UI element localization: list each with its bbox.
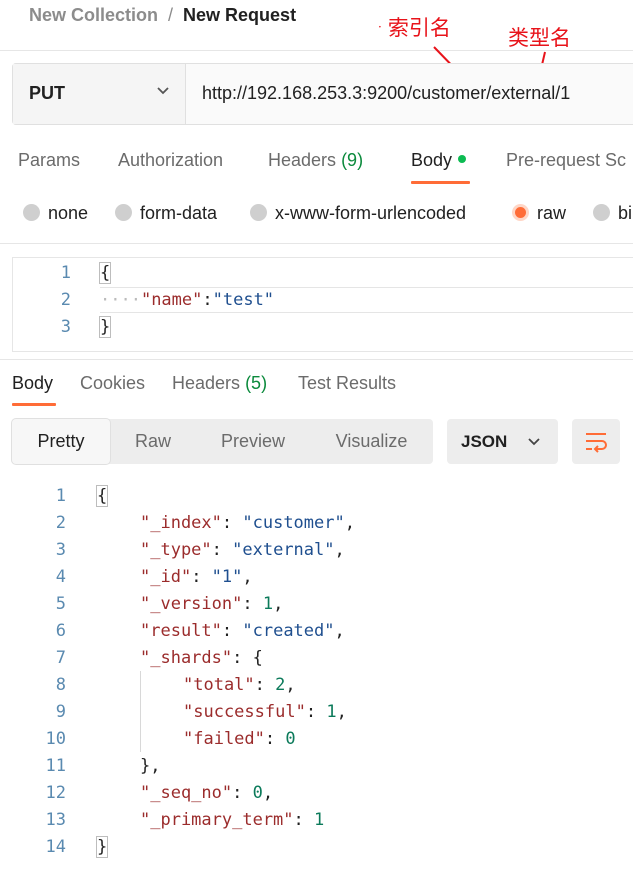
line-number: 8 (55, 675, 66, 695)
code-key: "_version" (140, 594, 243, 614)
line-number: 2 (55, 513, 66, 533)
code-key: "_type" (140, 540, 212, 560)
url-input[interactable]: http://192.168.253.3:9200/customer/exter… (202, 83, 570, 104)
response-tab-test-results[interactable]: Test Results (298, 373, 396, 394)
method-label: PUT (29, 83, 65, 103)
wrap-lines-button[interactable] (572, 419, 620, 464)
code-value: "test" (212, 290, 275, 310)
line-number: 3 (60, 317, 71, 337)
line-number: 6 (55, 621, 66, 641)
line-number: 5 (55, 594, 66, 614)
line-number: 14 (45, 837, 66, 857)
code-key: "result" (140, 621, 222, 641)
response-body[interactable]: 1 2 3 4 5 6 7 8 9 10 11 12 13 14 { "_ind… (0, 476, 633, 858)
line-number: 2 (60, 290, 71, 310)
tab-body[interactable]: Body (411, 150, 467, 171)
line-number: 13 (45, 810, 66, 830)
code-brace: { (98, 262, 112, 284)
code-key: "successful" (183, 702, 306, 722)
code-value: 1 (326, 702, 337, 722)
chevron-down-icon (157, 87, 169, 95)
wrap-lines-icon (586, 433, 607, 453)
radio-circle (593, 204, 610, 221)
line-number: 10 (45, 729, 66, 749)
line-number: 1 (55, 486, 66, 506)
code-value: "created" (242, 621, 335, 641)
code-key: "_id" (140, 567, 192, 587)
code-value: 0 (285, 729, 296, 749)
tab-headers[interactable]: Headers (9) (268, 150, 363, 171)
whitespace-marker: ···· (100, 290, 141, 310)
code-value: "1" (211, 567, 243, 587)
radio-circle (115, 204, 132, 221)
response-tab-body[interactable]: Body (12, 373, 53, 394)
radio-circle-selected (512, 204, 529, 221)
tab-params[interactable]: Params (18, 150, 80, 171)
method-select[interactable]: PUT (13, 64, 186, 124)
format-select-value: JSON (461, 432, 508, 451)
view-mode-segmented-control: Pretty Raw Preview Visualize (12, 419, 433, 464)
request-body-editor[interactable]: 1 2 3 { ····"name":"test" } (12, 257, 633, 352)
view-preview[interactable]: Preview (196, 419, 310, 464)
code-key: "name" (140, 290, 203, 310)
active-tab-underline (411, 181, 470, 184)
line-number: 9 (55, 702, 66, 722)
response-headers-count: (5) (245, 373, 268, 393)
radio-x-www-form-urlencoded[interactable]: x-www-form-urlencoded (250, 203, 466, 224)
code-key: "_shards" (140, 648, 233, 668)
radio-circle (250, 204, 267, 221)
line-number: 7 (55, 648, 66, 668)
headers-count: (9) (341, 150, 364, 170)
line-number: 3 (55, 540, 66, 560)
section-divider (0, 243, 633, 244)
code-brace: } (98, 316, 112, 338)
view-pretty[interactable]: Pretty (12, 419, 110, 464)
body-indicator-dot (458, 155, 467, 163)
code-punct: : (202, 290, 213, 310)
tab-authorization[interactable]: Authorization (118, 150, 223, 171)
request-tabs: Params Authorization Headers (9) Body Pr… (0, 140, 633, 186)
response-active-tab-underline (12, 403, 56, 406)
code-key: "_seq_no" (140, 783, 233, 803)
line-number: 12 (45, 783, 66, 803)
view-raw[interactable]: Raw (110, 419, 196, 464)
code-brace: { (95, 485, 109, 507)
code-key: "total" (183, 675, 255, 695)
line-number: 11 (45, 756, 66, 776)
line-number: 4 (55, 567, 66, 587)
format-select[interactable]: JSON (447, 419, 558, 464)
indent-guide (140, 671, 141, 752)
response-tab-headers[interactable]: Headers (5) (172, 373, 267, 394)
code-value: 2 (275, 675, 286, 695)
chevron-down-icon (528, 438, 540, 446)
code-brace: }, (140, 756, 161, 776)
code-brace: } (95, 836, 109, 858)
code-key: "_primary_term" (140, 810, 294, 830)
code-value: "external" (232, 540, 335, 560)
response-tab-cookies[interactable]: Cookies (80, 373, 145, 394)
code-brace: { (252, 648, 263, 668)
radio-raw[interactable]: raw (512, 203, 566, 224)
code-value: 1 (314, 810, 325, 830)
url-bar: PUT http://192.168.253.3:9200/customer/e… (12, 63, 633, 125)
code-key: "_index" (140, 513, 222, 533)
section-divider (0, 359, 633, 360)
radio-circle (23, 204, 40, 221)
tab-pre-request-script[interactable]: Pre-request Sc (506, 150, 626, 171)
code-key: "failed" (183, 729, 265, 749)
code-value: 1 (262, 594, 274, 614)
code-value: 0 (252, 783, 263, 803)
radio-none[interactable]: none (23, 203, 88, 224)
radio-form-data[interactable]: form-data (115, 203, 217, 224)
line-number: 1 (60, 263, 71, 283)
view-visualize[interactable]: Visualize (310, 419, 433, 464)
code-value: "customer" (242, 513, 345, 533)
radio-binary[interactable]: bi (593, 203, 632, 224)
